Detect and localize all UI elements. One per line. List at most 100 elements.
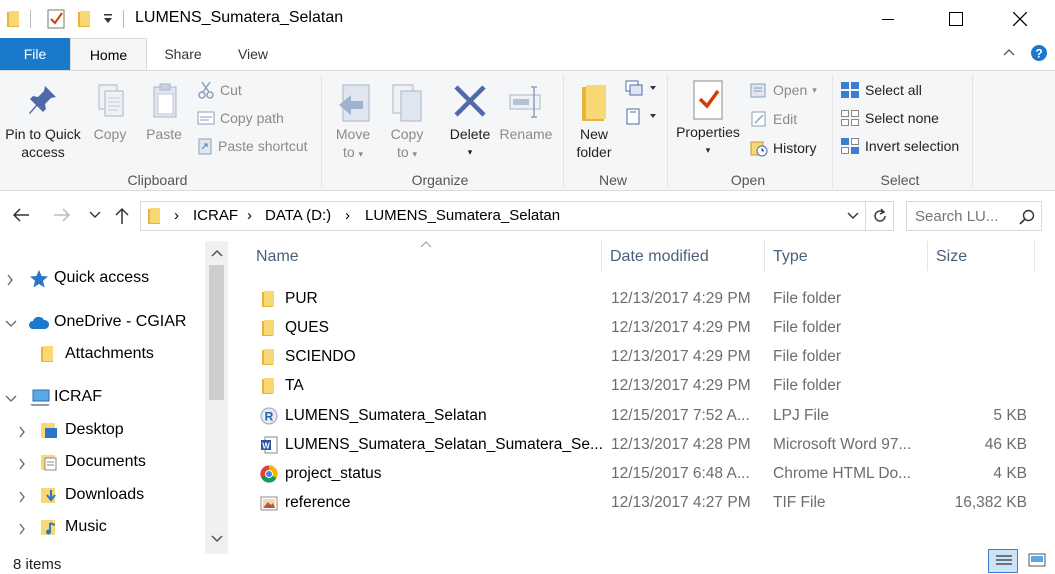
file-row[interactable]: QUES 12/13/2017 4:29 PM File folder: [228, 314, 1055, 343]
breadcrumb-data-drive[interactable]: DATA (D:): [265, 207, 331, 224]
copy-to-button[interactable]: Copy to ▾: [384, 83, 430, 163]
new-folder-icon: [578, 83, 610, 125]
rename-button[interactable]: Rename: [498, 83, 554, 143]
chevron-right-icon[interactable]: [18, 523, 26, 535]
nav-item-onedrive[interactable]: OneDrive - CGIAR: [0, 307, 205, 339]
file-row[interactable]: TA 12/13/2017 4:29 PM File folder: [228, 372, 1055, 401]
nav-item-downloads[interactable]: Downloads: [0, 480, 205, 512]
status-bar: 8 items: [0, 549, 1055, 574]
nav-item-label: Desktop: [65, 421, 124, 438]
nav-item-icraf[interactable]: ICRAF: [0, 382, 205, 414]
close-button[interactable]: [997, 0, 1043, 38]
chevron-right-icon[interactable]: [18, 426, 26, 438]
scroll-up-icon[interactable]: [211, 249, 223, 257]
chevron-down-icon: [89, 211, 101, 218]
nav-item-documents[interactable]: Documents: [0, 447, 205, 479]
column-header-name[interactable]: Name: [256, 248, 299, 266]
chevron-right-icon[interactable]: [18, 458, 26, 470]
file-row[interactable]: W LUMENS_Sumatera_Selatan_Sumatera_Se...…: [228, 431, 1055, 460]
column-header-type[interactable]: Type: [773, 248, 808, 266]
nav-item-quick-access[interactable]: Quick access: [0, 263, 205, 295]
chevron-right-icon[interactable]: [6, 274, 14, 286]
new-folder-qat-icon[interactable]: [77, 10, 93, 28]
move-to-button[interactable]: Move to ▾: [330, 83, 376, 163]
copy-button[interactable]: Copy: [86, 83, 134, 143]
forward-button[interactable]: [52, 207, 72, 223]
open-button[interactable]: Open ▾: [750, 79, 817, 101]
edit-label: Edit: [773, 111, 798, 127]
new-folder-button[interactable]: New folder: [570, 83, 618, 161]
edit-button[interactable]: Edit: [750, 108, 797, 130]
help-icon[interactable]: ?: [1030, 44, 1048, 62]
delete-button[interactable]: Delete ▾: [445, 83, 495, 161]
maximize-button[interactable]: [933, 0, 979, 38]
refresh-button[interactable]: [872, 208, 888, 224]
collapse-ribbon-icon[interactable]: [1002, 45, 1016, 59]
search-box[interactable]: [906, 201, 1042, 231]
customize-qat-icon[interactable]: [103, 13, 113, 25]
delete-x-icon: [452, 83, 488, 125]
minimize-button[interactable]: [865, 0, 911, 38]
properties-button[interactable]: Properties ▾: [672, 79, 744, 159]
chevron-down-icon[interactable]: [5, 320, 17, 328]
delete-dropdown-icon[interactable]: ▾: [445, 143, 495, 161]
pin-to-quick-access-button[interactable]: Pin to Quick access: [2, 83, 84, 161]
file-row[interactable]: PUR 12/13/2017 4:29 PM File folder: [228, 285, 1055, 314]
up-button[interactable]: [114, 206, 130, 226]
nav-item-music[interactable]: Music: [0, 512, 205, 544]
breadcrumb-separator[interactable]: ›: [345, 207, 350, 224]
file-row[interactable]: SCIENDO 12/13/2017 4:29 PM File folder: [228, 343, 1055, 372]
breadcrumb-icraf[interactable]: ICRAF: [193, 207, 238, 224]
cut-label: Cut: [220, 82, 242, 98]
breadcrumb-separator[interactable]: ›: [247, 207, 252, 224]
paste-shortcut-button[interactable]: Paste shortcut: [197, 135, 308, 157]
file-date: 12/13/2017 4:29 PM: [611, 377, 751, 394]
chevron-down-icon[interactable]: [5, 395, 17, 403]
properties-dropdown-icon[interactable]: ▾: [672, 141, 744, 159]
large-icons-view-button[interactable]: [1022, 549, 1052, 573]
file-row[interactable]: project_status 12/15/2017 6:48 A... Chro…: [228, 460, 1055, 489]
cut-button[interactable]: Cut: [197, 79, 242, 101]
easy-access-button[interactable]: [624, 107, 658, 125]
copy-path-button[interactable]: Copy path: [197, 107, 284, 129]
paste-button[interactable]: Paste: [139, 83, 189, 143]
nav-item-label: ICRAF: [54, 388, 102, 405]
chevron-right-icon[interactable]: [18, 491, 26, 503]
file-date: 12/13/2017 4:29 PM: [611, 319, 751, 336]
select-none-button[interactable]: Select none: [840, 107, 939, 129]
select-group-label: Select: [880, 172, 920, 188]
breadcrumb-separator[interactable]: ›: [174, 207, 179, 224]
forward-arrow-icon: [54, 208, 71, 222]
new-item-button[interactable]: [624, 79, 658, 97]
tab-file[interactable]: File: [0, 38, 70, 70]
address-bar[interactable]: › ICRAF › DATA (D:) › LUMENS_Sumatera_Se…: [140, 201, 894, 231]
recent-locations-button[interactable]: [89, 211, 101, 219]
breadcrumb-current-folder[interactable]: LUMENS_Sumatera_Selatan: [365, 207, 560, 224]
tab-home[interactable]: Home: [70, 38, 147, 71]
select-all-button[interactable]: Select all: [840, 79, 922, 101]
scroll-thumb[interactable]: [209, 265, 224, 400]
file-type: File folder: [773, 290, 842, 307]
back-button[interactable]: [11, 207, 31, 223]
history-label: History: [773, 140, 817, 156]
invert-selection-button[interactable]: Invert selection: [840, 135, 959, 157]
file-row[interactable]: R LUMENS_Sumatera_Selatan 12/15/2017 7:5…: [228, 402, 1055, 431]
nav-scrollbar[interactable]: [205, 241, 228, 554]
nav-item-attachments[interactable]: Attachments: [0, 339, 205, 371]
column-header-size[interactable]: Size: [936, 248, 967, 266]
search-input[interactable]: [915, 206, 1015, 226]
address-history-button[interactable]: [847, 212, 859, 220]
details-view-button[interactable]: [988, 549, 1018, 573]
nav-item-label: Quick access: [54, 269, 150, 286]
scroll-down-icon[interactable]: [211, 535, 223, 543]
chevron-down-icon: [847, 212, 859, 219]
tab-share[interactable]: Share: [152, 38, 214, 70]
tab-view[interactable]: View: [222, 38, 284, 70]
file-row[interactable]: reference 12/13/2017 4:27 PM TIF File 16…: [228, 489, 1055, 518]
properties-qat-icon[interactable]: [47, 9, 65, 29]
history-button[interactable]: History: [750, 137, 817, 159]
nav-item-desktop[interactable]: Desktop: [0, 415, 205, 447]
svg-text:W: W: [262, 442, 270, 451]
new-folder-label-line2: folder: [576, 144, 612, 160]
column-header-date-modified[interactable]: Date modified: [610, 248, 709, 266]
